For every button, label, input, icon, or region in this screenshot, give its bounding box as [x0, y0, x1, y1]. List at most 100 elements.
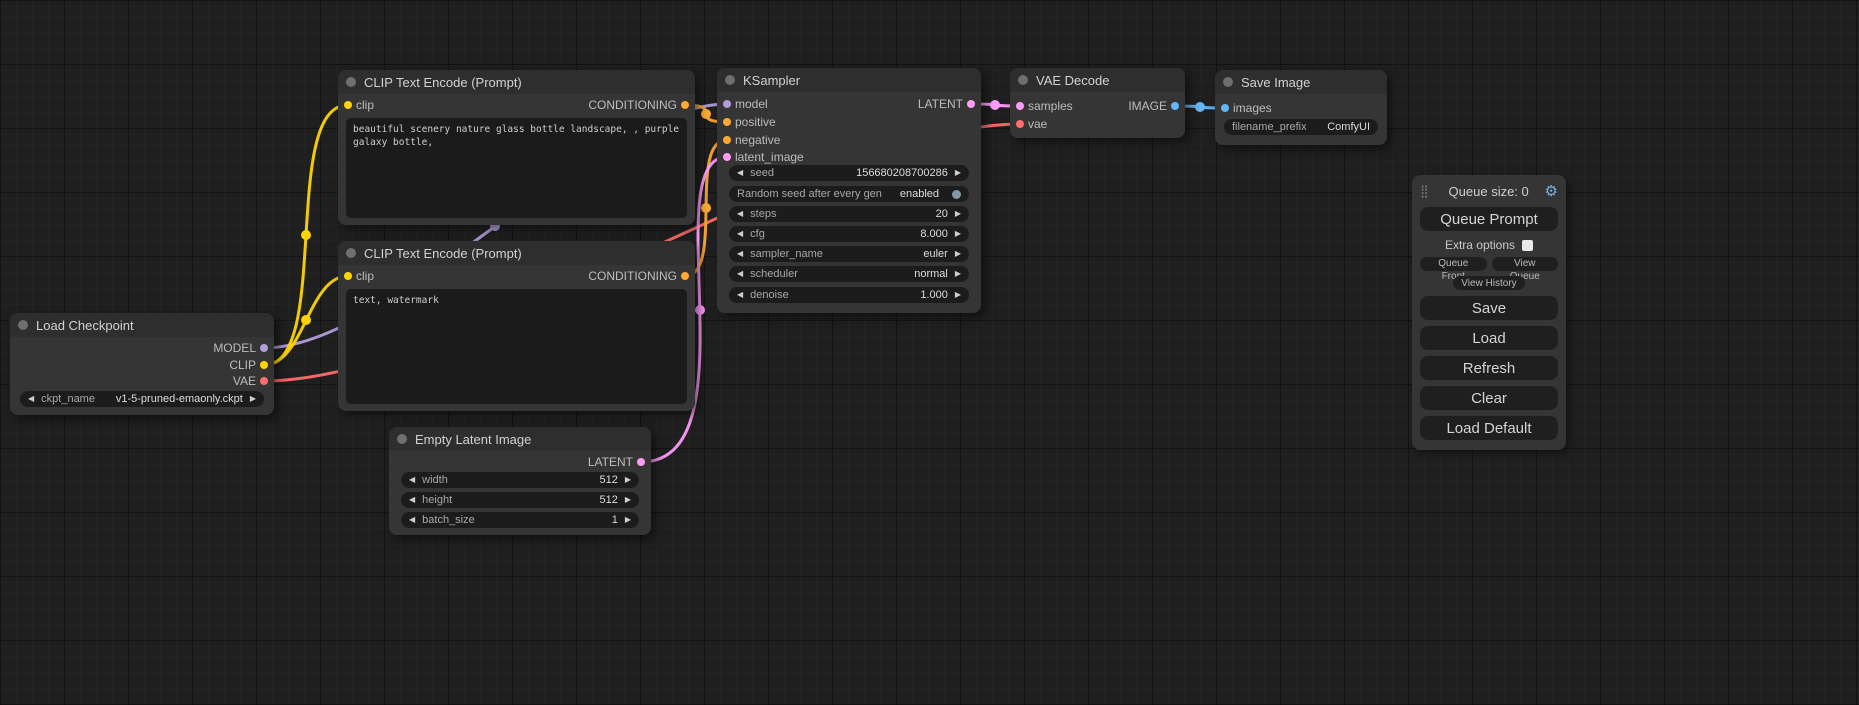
- increment-arrow-icon[interactable]: ▶: [955, 266, 961, 282]
- output-dot-model[interactable]: [260, 344, 268, 352]
- output-dot-conditioning[interactable]: [681, 272, 689, 280]
- widget-ckpt-name[interactable]: ◀ ckpt_name v1-5-pruned-emaonly.ckpt ▶: [20, 391, 264, 407]
- output-dot-conditioning[interactable]: [681, 101, 689, 109]
- widget-filename-prefix[interactable]: filename_prefix ComfyUI: [1224, 119, 1378, 135]
- node-collapse-dot[interactable]: [346, 77, 356, 87]
- output-dot-clip[interactable]: [260, 361, 268, 369]
- input-label-negative: negative: [735, 133, 780, 147]
- decrement-arrow-icon[interactable]: ◀: [28, 391, 34, 407]
- decrement-arrow-icon[interactable]: ◀: [409, 512, 415, 528]
- prompt-textarea[interactable]: beautiful scenery nature glass bottle la…: [346, 118, 687, 218]
- queue-menu-panel: ⣿ Queue size: 0 ⚙ Queue Prompt Extra opt…: [1412, 175, 1566, 450]
- widget-sampler-name[interactable]: ◀ sampler_name euler ▶: [729, 246, 969, 262]
- node-title-bar[interactable]: KSampler: [717, 68, 981, 92]
- input-dot-vae[interactable]: [1016, 120, 1024, 128]
- input-dot-latent-image[interactable]: [723, 153, 731, 161]
- node-title-bar[interactable]: Empty Latent Image: [389, 427, 651, 451]
- view-history-button[interactable]: View History: [1453, 276, 1524, 290]
- prompt-textarea[interactable]: text, watermark: [346, 289, 687, 404]
- node-clip-text-encode-negative[interactable]: CLIP Text Encode (Prompt) clip CONDITION…: [338, 241, 695, 411]
- widget-value: normal: [914, 268, 948, 280]
- increment-arrow-icon[interactable]: ▶: [955, 165, 961, 181]
- widget-cfg[interactable]: ◀ cfg 8.000 ▶: [729, 226, 969, 242]
- decrement-arrow-icon[interactable]: ◀: [409, 492, 415, 508]
- node-load-checkpoint[interactable]: Load Checkpoint MODEL CLIP VAE ◀ ckpt_na…: [10, 313, 274, 415]
- input-dot-clip[interactable]: [344, 101, 352, 109]
- decrement-arrow-icon[interactable]: ◀: [737, 165, 743, 181]
- node-title: KSampler: [743, 73, 800, 88]
- input-dot-negative[interactable]: [723, 136, 731, 144]
- increment-arrow-icon[interactable]: ▶: [625, 512, 631, 528]
- increment-arrow-icon[interactable]: ▶: [250, 391, 256, 407]
- increment-arrow-icon[interactable]: ▶: [955, 226, 961, 242]
- decrement-arrow-icon[interactable]: ◀: [409, 472, 415, 488]
- clear-button[interactable]: Clear: [1420, 386, 1558, 410]
- input-dot-images[interactable]: [1221, 104, 1229, 112]
- widget-value: 20: [936, 208, 948, 220]
- node-title-bar[interactable]: CLIP Text Encode (Prompt): [338, 241, 695, 265]
- node-title: Load Checkpoint: [36, 318, 134, 333]
- input-dot-model[interactable]: [723, 100, 731, 108]
- node-collapse-dot[interactable]: [397, 434, 407, 444]
- output-label-conditioning: CONDITIONING: [588, 269, 677, 283]
- node-collapse-dot[interactable]: [1223, 77, 1233, 87]
- settings-gear-icon[interactable]: ⚙: [1545, 182, 1558, 200]
- widget-seed[interactable]: ◀ seed 156680208700286 ▶: [729, 165, 969, 181]
- widget-name: filename_prefix: [1232, 121, 1307, 133]
- widget-height[interactable]: ◀ height 512 ▶: [401, 492, 639, 508]
- widget-value: 512: [599, 494, 617, 506]
- widget-width[interactable]: ◀ width 512 ▶: [401, 472, 639, 488]
- output-dot-latent[interactable]: [967, 100, 975, 108]
- widget-random-seed-toggle[interactable]: Random seed after every gen enabled: [729, 186, 969, 202]
- increment-arrow-icon[interactable]: ▶: [955, 206, 961, 222]
- queue-front-button[interactable]: Queue Front: [1420, 257, 1487, 271]
- node-title-bar[interactable]: VAE Decode: [1010, 68, 1185, 92]
- output-dot-vae[interactable]: [260, 377, 268, 385]
- queue-prompt-button[interactable]: Queue Prompt: [1420, 207, 1558, 231]
- node-collapse-dot[interactable]: [18, 320, 28, 330]
- node-title-bar[interactable]: Load Checkpoint: [10, 313, 274, 337]
- wire-midpoint-dot-conditioning-negative: [701, 203, 711, 213]
- node-ksampler[interactable]: KSampler model positive negative latent_…: [717, 68, 981, 313]
- increment-arrow-icon[interactable]: ▶: [955, 287, 961, 303]
- node-collapse-dot[interactable]: [1018, 75, 1028, 85]
- view-queue-button[interactable]: View Queue: [1492, 257, 1559, 271]
- drag-handle-icon[interactable]: ⣿: [1420, 184, 1429, 198]
- decrement-arrow-icon[interactable]: ◀: [737, 287, 743, 303]
- decrement-arrow-icon[interactable]: ◀: [737, 226, 743, 242]
- input-dot-clip[interactable]: [344, 272, 352, 280]
- increment-arrow-icon[interactable]: ▶: [625, 472, 631, 488]
- extra-options-checkbox[interactable]: [1522, 240, 1533, 251]
- refresh-button[interactable]: Refresh: [1420, 356, 1558, 380]
- node-save-image[interactable]: Save Image images filename_prefix ComfyU…: [1215, 70, 1387, 145]
- increment-arrow-icon[interactable]: ▶: [955, 246, 961, 262]
- input-dot-positive[interactable]: [723, 118, 731, 126]
- widget-value: enabled: [900, 188, 939, 200]
- output-dot-image[interactable]: [1171, 102, 1179, 110]
- widget-steps[interactable]: ◀ steps 20 ▶: [729, 206, 969, 222]
- node-clip-text-encode-positive[interactable]: CLIP Text Encode (Prompt) clip CONDITION…: [338, 70, 695, 225]
- save-button[interactable]: Save: [1420, 296, 1558, 320]
- node-empty-latent-image[interactable]: Empty Latent Image LATENT ◀ width 512 ▶ …: [389, 427, 651, 535]
- decrement-arrow-icon[interactable]: ◀: [737, 206, 743, 222]
- load-default-button[interactable]: Load Default: [1420, 416, 1558, 440]
- widget-denoise[interactable]: ◀ denoise 1.000 ▶: [729, 287, 969, 303]
- decrement-arrow-icon[interactable]: ◀: [737, 266, 743, 282]
- input-dot-samples[interactable]: [1016, 102, 1024, 110]
- node-title-bar[interactable]: Save Image: [1215, 70, 1387, 94]
- node-collapse-dot[interactable]: [346, 248, 356, 258]
- extra-options-label: Extra options: [1445, 238, 1515, 252]
- toggle-enabled-dot[interactable]: [952, 190, 961, 199]
- decrement-arrow-icon[interactable]: ◀: [737, 246, 743, 262]
- load-button[interactable]: Load: [1420, 326, 1558, 350]
- node-vae-decode[interactable]: VAE Decode samples vae IMAGE: [1010, 68, 1185, 138]
- widget-scheduler[interactable]: ◀ scheduler normal ▶: [729, 266, 969, 282]
- output-dot-latent[interactable]: [637, 458, 645, 466]
- node-graph-canvas[interactable]: Load Checkpoint MODEL CLIP VAE ◀ ckpt_na…: [0, 0, 1859, 705]
- input-label-model: model: [735, 97, 768, 111]
- node-collapse-dot[interactable]: [725, 75, 735, 85]
- widget-value: ComfyUI: [1327, 121, 1370, 133]
- widget-batch-size[interactable]: ◀ batch_size 1 ▶: [401, 512, 639, 528]
- node-title-bar[interactable]: CLIP Text Encode (Prompt): [338, 70, 695, 94]
- increment-arrow-icon[interactable]: ▶: [625, 492, 631, 508]
